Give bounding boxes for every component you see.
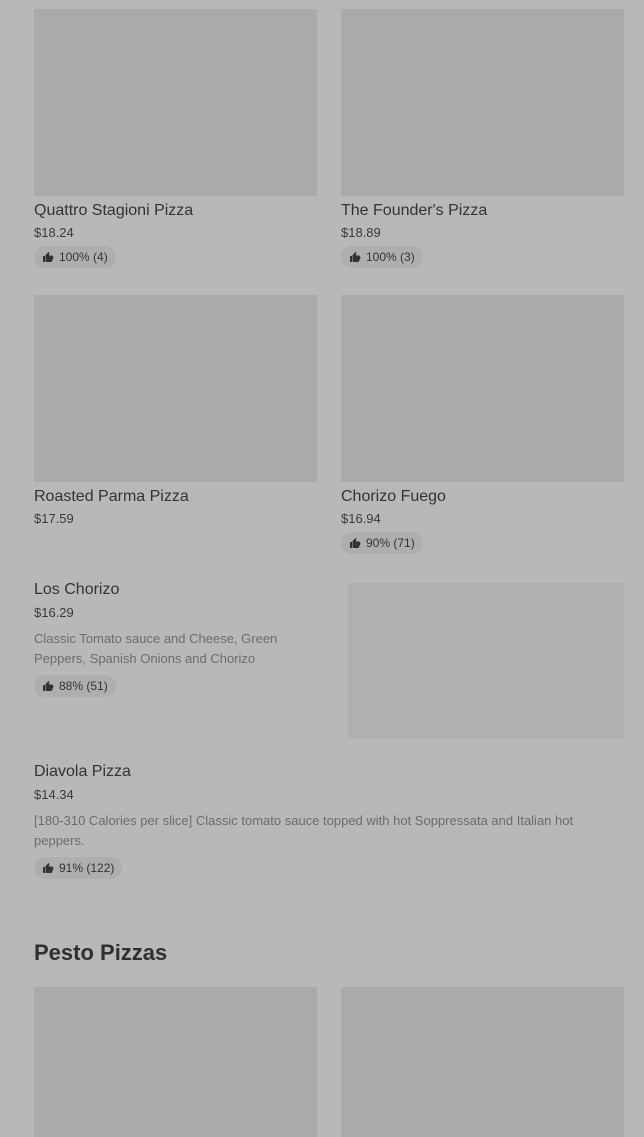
rating-text: 91% (122) [59,861,115,875]
menu-item-card[interactable]: Chorizo Fuego $16.94 90% (71) [341,295,624,554]
item-price: $18.89 [341,225,381,240]
item-image[interactable] [341,295,624,482]
rating-text: 100% (3) [366,250,415,264]
rating-badge: 91% (122) [34,857,123,879]
menu-item-card[interactable] [341,987,624,1137]
menu-item-card[interactable]: The Founder's Pizza $18.89 100% (3) [341,9,624,268]
thumbs-up-icon [43,681,54,691]
item-title: Quattro Stagioni Pizza [34,202,194,219]
item-price: $16.29 [34,605,74,620]
item-image[interactable] [34,295,317,482]
item-image[interactable] [348,583,624,738]
thumbs-up-icon [43,252,54,262]
item-price: $18.24 [34,225,74,240]
item-image[interactable] [34,9,317,196]
rating-badge: 100% (3) [341,246,423,268]
rating-badge: 100% (4) [34,246,116,268]
thumbs-up-icon [350,538,361,548]
rating-text: 90% (71) [366,536,415,550]
item-title: Diavola Pizza [34,763,131,780]
item-image[interactable] [341,9,624,196]
rating-text: 88% (51) [59,679,108,693]
item-title: Chorizo Fuego [341,488,446,505]
thumbs-up-icon [350,252,361,262]
menu-list-item[interactable]: Diavola Pizza $14.34 [180-310 Calories p… [34,763,624,879]
item-price: $17.59 [34,511,74,526]
section-title: Pesto Pizzas [34,940,168,965]
item-image[interactable] [341,987,624,1137]
menu-item-card[interactable]: Quattro Stagioni Pizza $18.24 100% (4) [34,9,317,268]
menu-item-card[interactable] [34,987,317,1137]
menu-item-card[interactable]: Roasted Parma Pizza $17.59 [34,295,317,526]
item-price: $16.94 [341,511,381,526]
item-title: Los Chorizo [34,581,120,598]
item-description: [180-310 Calories per slice] Classic tom… [34,813,574,848]
thumbs-up-icon [43,863,54,873]
item-price: $14.34 [34,787,74,802]
item-title: The Founder's Pizza [341,202,488,219]
rating-badge: 88% (51) [34,675,116,697]
item-description: Classic Tomato sauce and Cheese, Green P… [34,631,278,666]
item-title: Roasted Parma Pizza [34,488,189,505]
item-image[interactable] [34,987,317,1137]
rating-text: 100% (4) [59,250,108,264]
menu-list-item[interactable]: Los Chorizo $16.29 Classic Tomato sauce … [34,581,314,697]
rating-badge: 90% (71) [341,532,423,554]
